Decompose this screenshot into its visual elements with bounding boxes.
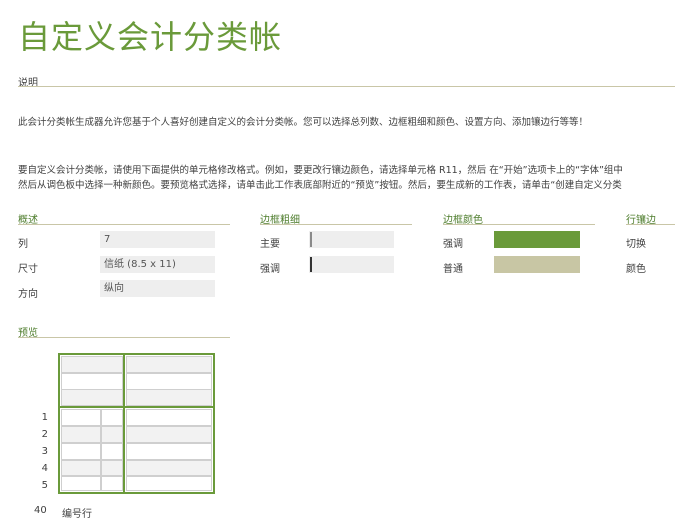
description-text: 此会计分类帐生成器允许您基于个人喜好创建自定义的会计分类帐。您可以选择总列数、边… (18, 117, 589, 128)
size-field[interactable]: 信纸 (8.5 x 11) (100, 256, 215, 273)
preview-cell (61, 443, 101, 460)
numbered-rows-count[interactable]: 40 (34, 505, 47, 516)
preview-header-divider (60, 406, 213, 408)
border-color-label-accent: 强调 (443, 239, 463, 250)
border-weight-divider (260, 224, 412, 225)
preview-cell (101, 443, 123, 460)
instructions-line-2: 然后从调色板中选择一种新颜色。要预览格式选择，请单击此工作表底部附近的“预览”按… (18, 180, 622, 191)
border-color-divider (443, 224, 595, 225)
preview-cell (126, 409, 212, 426)
major-weight-field[interactable] (309, 231, 394, 248)
page-title: 自定义会计分类帐 (18, 18, 283, 56)
row-number: 4 (41, 463, 48, 474)
preview-cell (61, 356, 123, 373)
normal-color-swatch[interactable] (494, 256, 580, 273)
preview-cell (126, 356, 212, 373)
preview-cell (61, 426, 101, 443)
accent-color-swatch[interactable] (494, 231, 580, 248)
preview-cell (126, 476, 212, 491)
preview-cell (126, 426, 212, 443)
preview-cell (61, 460, 101, 476)
overview-label-size: 尺寸 (18, 264, 38, 275)
orientation-field[interactable]: 纵向 (100, 280, 215, 297)
banded-rows-label-toggle[interactable]: 切换 (626, 235, 646, 250)
banded-rows-divider (626, 224, 675, 225)
preview-cell (126, 443, 212, 460)
columns-field[interactable]: 7 (100, 231, 215, 248)
preview-cell (126, 389, 212, 406)
preview-cell (61, 476, 101, 491)
row-number: 2 (41, 429, 48, 440)
overview-label-columns: 列 (18, 239, 28, 250)
preview-cell (61, 409, 101, 426)
major-weight-sample (310, 232, 312, 247)
overview-label-orientation: 方向 (18, 289, 38, 300)
banded-rows-label-color[interactable]: 颜色 (626, 260, 646, 275)
preview-cell (61, 373, 123, 390)
description-divider (18, 86, 675, 87)
row-number: 5 (41, 480, 48, 491)
row-number: 3 (41, 446, 48, 457)
instructions-line-1: 要自定义会计分类帐，请使用下面提供的单元格修改格式。例如，要更改行镶边颜色，请选… (18, 165, 623, 176)
preview-cell (101, 426, 123, 443)
overview-divider (18, 224, 230, 225)
accent-weight-sample (310, 257, 312, 272)
preview-column-divider (123, 355, 125, 492)
numbered-rows-label: 编号行 (62, 509, 92, 520)
border-color-label-normal: 普通 (443, 264, 463, 275)
border-weight-label-accent: 强调 (260, 264, 280, 275)
preview-cell (126, 373, 212, 390)
accent-weight-field[interactable] (309, 256, 394, 273)
preview-cell (126, 460, 212, 476)
row-number: 1 (41, 412, 48, 423)
preview-divider (18, 337, 230, 338)
preview-cell (61, 389, 123, 406)
preview-table (58, 353, 215, 494)
border-weight-label-major: 主要 (260, 239, 280, 250)
preview-cell (101, 460, 123, 476)
preview-cell (101, 409, 123, 426)
preview-cell (101, 476, 123, 491)
